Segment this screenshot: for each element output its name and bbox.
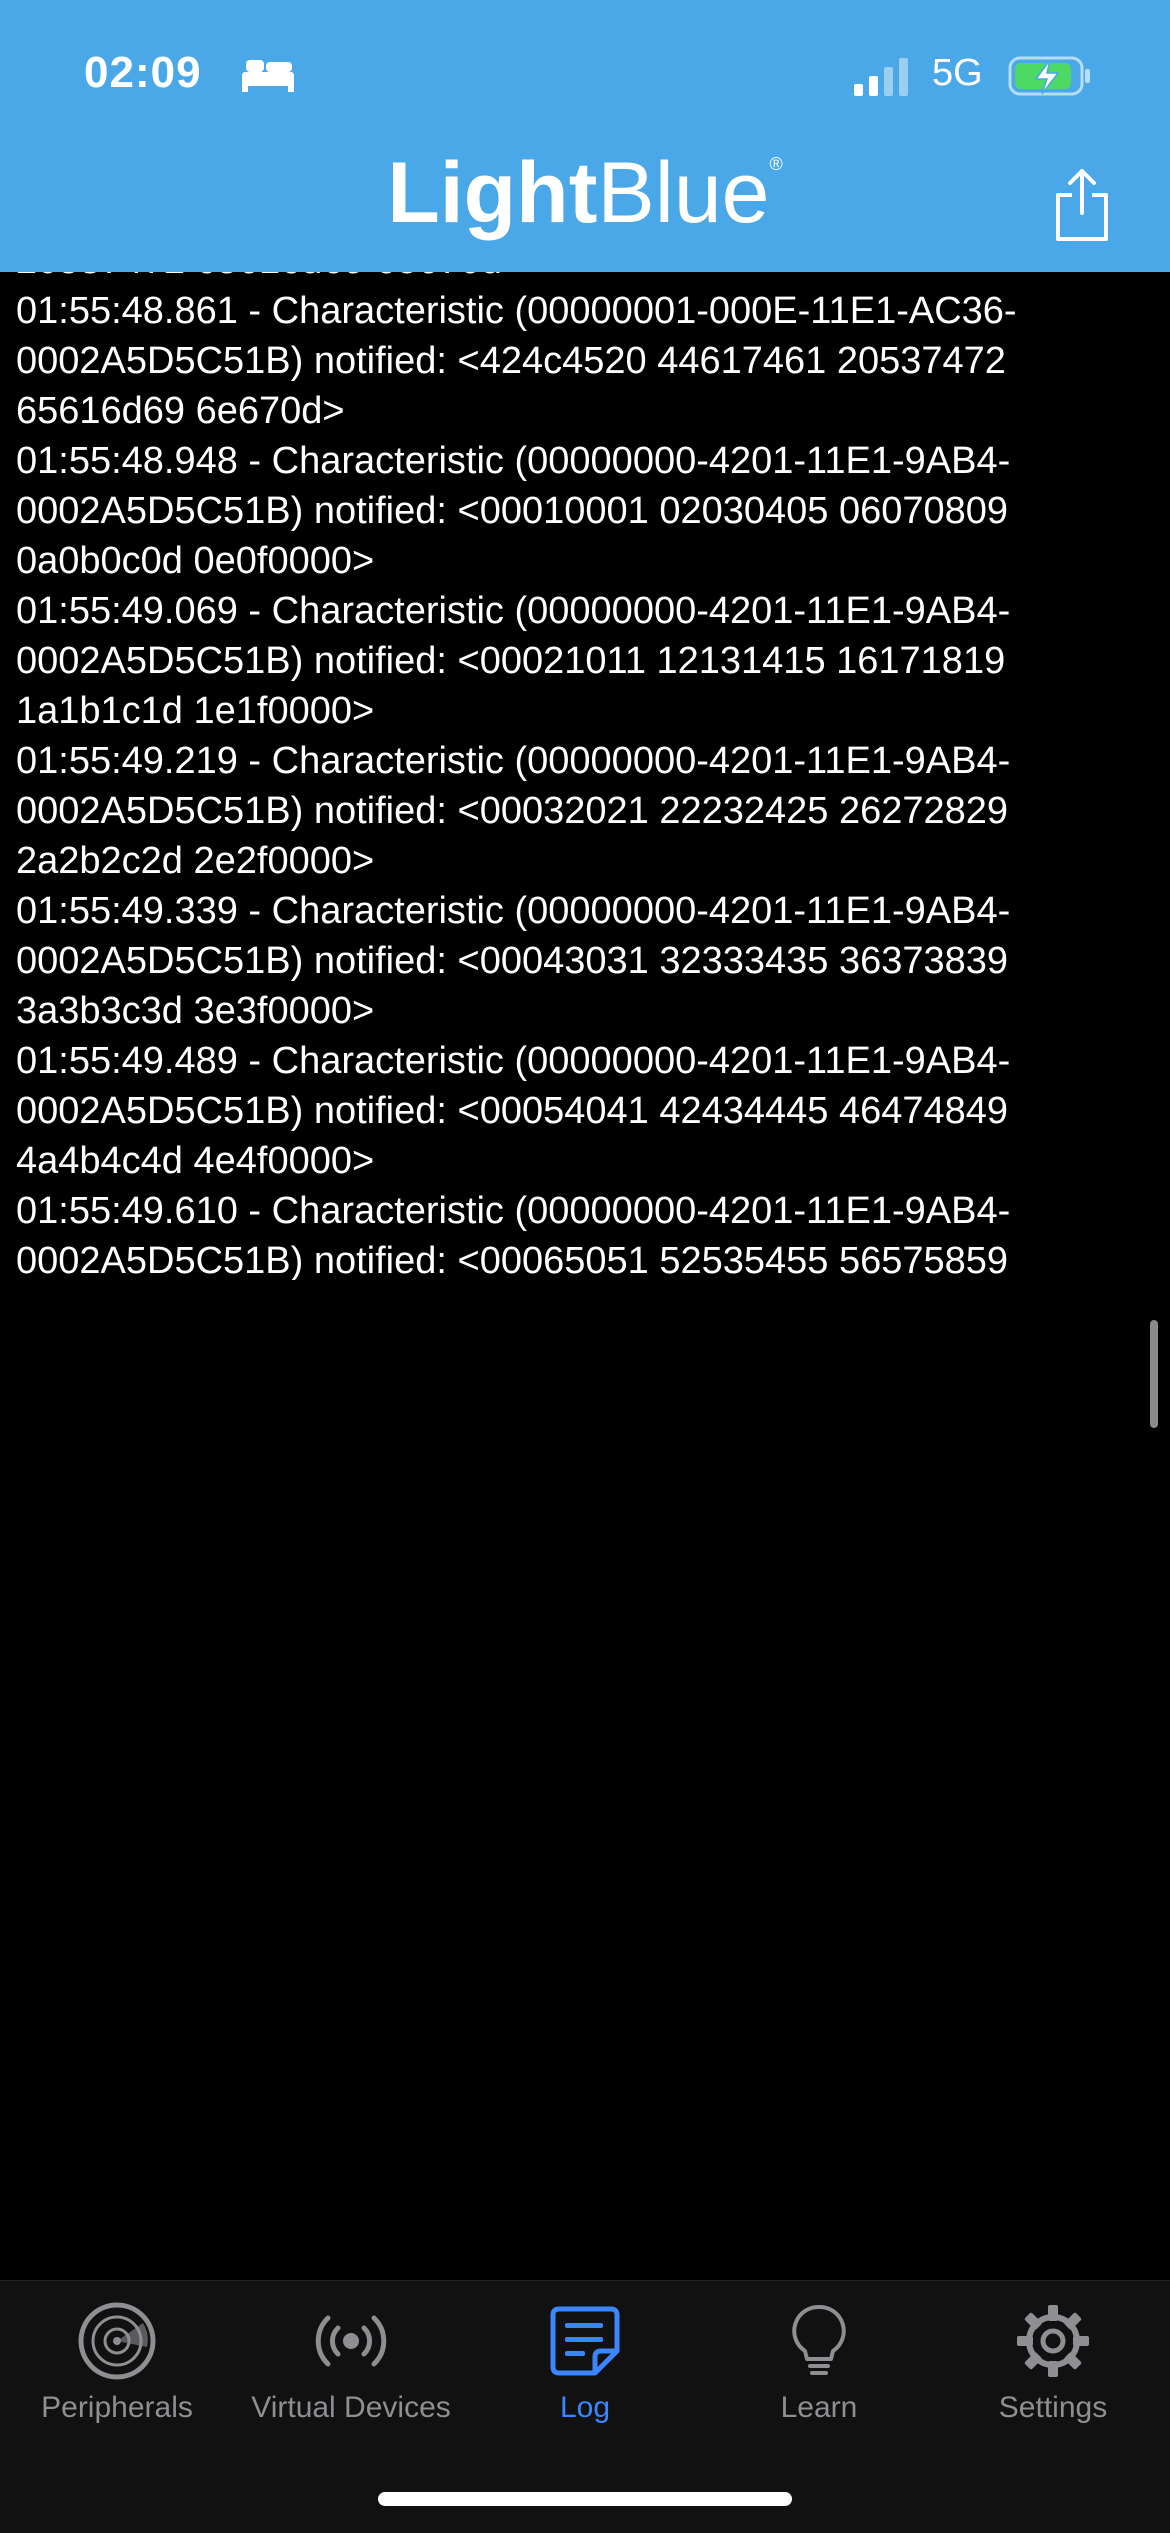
scroll-indicator[interactable]: [1150, 1320, 1158, 1428]
share-button[interactable]: [1046, 166, 1118, 244]
tab-label-peripherals: Peripherals: [41, 2391, 193, 2424]
status-time: 02:09: [84, 48, 202, 97]
log-entry: 01:55:48.861 - Characteristic (00000001-…: [16, 290, 1017, 432]
note-icon: [550, 2306, 620, 2376]
tab-label-learn: Learn: [780, 2391, 858, 2424]
tab-peripherals[interactable]: Peripherals: [0, 2281, 234, 2461]
log-entry: 01:55:49.069 - Characteristic (00000000-…: [16, 590, 1016, 732]
share-icon: [1056, 169, 1108, 241]
signal-icon: [854, 58, 908, 96]
gear-icon: [1017, 2305, 1089, 2377]
battery-charging-icon: [1008, 56, 1090, 96]
bed-icon: [242, 60, 294, 92]
log-text: 20537472 65616d69 6e670d> 01:55:48.861 - …: [16, 272, 1156, 1280]
log-entry: 01:55:48.948 - Characteristic (00000000-…: [16, 440, 1019, 582]
radar-icon: [78, 2302, 156, 2380]
tab-log[interactable]: Log: [468, 2281, 702, 2461]
tab-settings[interactable]: Settings: [936, 2281, 1170, 2461]
log-entry: 01:55:49.219 - Characteristic (00000000-…: [16, 740, 1019, 882]
tab-label-virtual-devices: Virtual Devices: [251, 2391, 451, 2424]
tab-virtual-devices[interactable]: Virtual Devices: [234, 2281, 468, 2461]
tab-label-settings: Settings: [998, 2391, 1108, 2424]
log-view[interactable]: 20537472 65616d69 6e670d> 01:55:48.861 - …: [0, 272, 1170, 1280]
app-header: 02:09 5G LightBlue®: [0, 0, 1170, 272]
lightbulb-icon: [792, 2304, 846, 2375]
log-entry: 20537472 65616d69 6e670d>: [16, 272, 1156, 286]
log-entry: 01:55:49.610 - Characteristic (00000000-…: [16, 1190, 1011, 1280]
network-type: 5G: [932, 52, 983, 94]
app-title-bold: Light: [387, 145, 598, 241]
home-indicator[interactable]: [378, 2492, 792, 2506]
log-entry: 01:55:49.339 - Characteristic (00000000-…: [16, 890, 1019, 1032]
broadcast-icon: [315, 2315, 387, 2367]
log-entry: 01:55:49.489 - Characteristic (00000000-…: [16, 1040, 1019, 1182]
app-title: LightBlue®: [0, 144, 1170, 243]
registered-mark: ®: [769, 154, 783, 174]
tab-learn[interactable]: Learn: [702, 2281, 936, 2461]
tab-label-log: Log: [559, 2391, 611, 2424]
app-title-regular: Blue: [597, 145, 770, 241]
